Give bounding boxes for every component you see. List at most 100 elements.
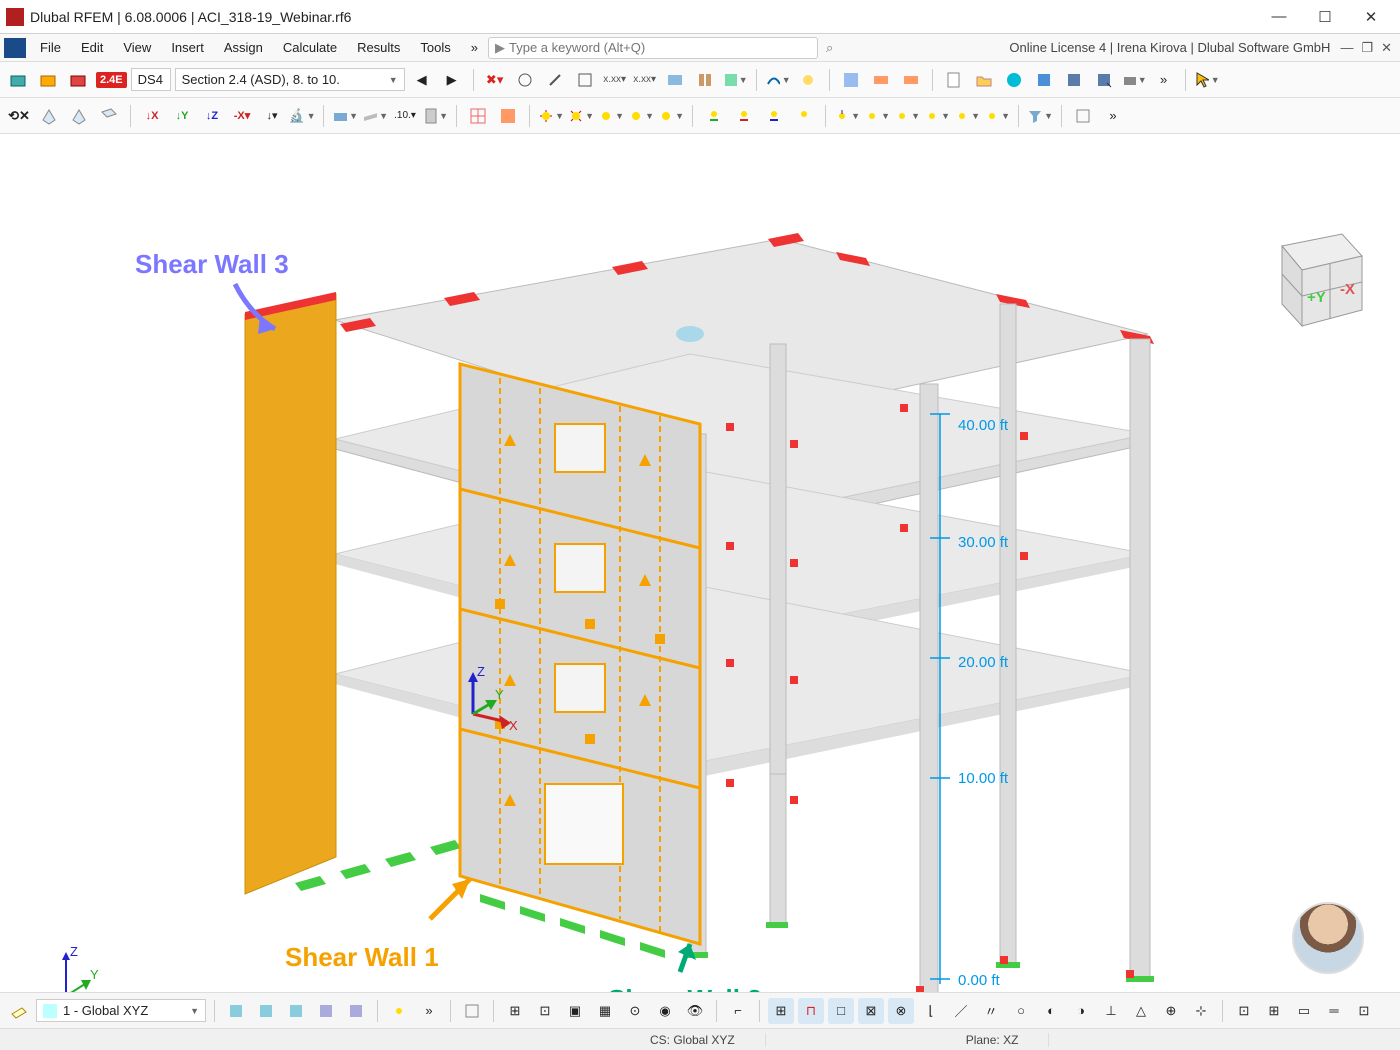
tb1-overflow-icon[interactable]: » [1151,67,1177,93]
tb1-tool-6[interactable] [662,67,688,93]
mdi-restore-button[interactable]: ❐ [1361,40,1373,56]
tb2-load-6[interactable]: ▼ [984,103,1010,129]
mdi-close-button[interactable]: ✕ [1381,40,1392,56]
tb1-save-icon[interactable] [1061,67,1087,93]
ds-combo[interactable]: DS4 [131,68,171,91]
tb1-icon-3[interactable] [66,67,92,93]
bb-osnap-7[interactable]: 👁 [682,998,708,1024]
tb1-tool-13[interactable] [898,67,924,93]
bb-os-14[interactable]: ⊕ [1158,998,1184,1024]
tb1-delete-icon[interactable]: ✖▾ [482,67,508,93]
tb2-axis-neg-x[interactable]: -X▾ [229,103,255,129]
tb2-load-4[interactable]: ▼ [924,103,950,129]
tb2-node-5[interactable]: ▼ [658,103,684,129]
workplane-combo[interactable]: 1 - Global XYZ▼ [36,999,206,1022]
tb2-mesh-1[interactable] [465,103,491,129]
tb2-axis-x[interactable]: ↓X [139,103,165,129]
bb-osnap-1[interactable]: ⊞ [502,998,528,1024]
tb2-support-1[interactable] [701,103,727,129]
bb-snap-2[interactable] [253,998,279,1024]
tb2-load-2[interactable]: ▼ [864,103,890,129]
bb-os-11[interactable]: ◑ [1068,998,1094,1024]
menu-insert[interactable]: Insert [161,36,214,59]
tb2-node-2[interactable]: ▼ [568,103,594,129]
tb1-icon-2[interactable] [36,67,62,93]
tb2-support-2[interactable] [731,103,757,129]
bb-guide-4[interactable]: ═ [1321,998,1347,1024]
section-combo[interactable]: Section 2.4 (ASD), 8. to 10.▼ [175,68,405,91]
menu-assign[interactable]: Assign [214,36,273,59]
bb-osnap-5[interactable]: ⊙ [622,998,648,1024]
maximize-button[interactable]: ☐ [1302,2,1348,32]
tb2-axis-combo[interactable]: ↓▾ [259,103,285,129]
bb-os-1[interactable]: ⊞ [768,998,794,1024]
menu-overflow-icon[interactable]: » [461,36,488,59]
search-input[interactable] [509,40,811,55]
tb1-tool-11[interactable] [838,67,864,93]
menu-calculate[interactable]: Calculate [273,36,347,59]
next-icon[interactable]: ▶ [439,67,465,93]
tb2-axis-z[interactable]: ↓Z [199,103,225,129]
tb1-tool-12[interactable] [868,67,894,93]
tb1-block-icon[interactable] [1031,67,1057,93]
tb2-overflow-icon[interactable]: » [1100,103,1126,129]
minimize-button[interactable]: — [1256,2,1302,32]
bb-os-9[interactable]: ○ [1008,998,1034,1024]
tb2-render-3[interactable]: .10.▾ [392,103,418,129]
tb2-load-1[interactable]: ▼ [834,103,860,129]
bb-os-13[interactable]: △ [1128,998,1154,1024]
bb-grid-icon[interactable] [459,998,485,1024]
tb2-support-4[interactable] [791,103,817,129]
tb2-view-3[interactable] [96,103,122,129]
tb2-load-5[interactable]: ▼ [954,103,980,129]
app-menu-icon[interactable] [4,38,26,58]
bb-os-2[interactable]: ⊓ [798,998,824,1024]
prev-icon[interactable]: ◀ [409,67,435,93]
mdi-minimize-button[interactable]: — [1340,40,1353,56]
tb2-zoom-icon[interactable]: ⟲✕ [6,103,32,129]
menu-file[interactable]: File [30,36,71,59]
tb2-axis-y[interactable]: ↓Y [169,103,195,129]
tb2-view-1[interactable] [36,103,62,129]
search-box[interactable]: ▶ [488,37,818,59]
bb-workplane-icon[interactable] [6,998,32,1024]
close-button[interactable]: ✕ [1348,2,1394,32]
tb1-new-icon[interactable] [941,67,967,93]
bb-guide-3[interactable]: ▭ [1291,998,1317,1024]
bb-guide-5[interactable]: ⊡ [1351,998,1377,1024]
bb-os-4[interactable]: ⊠ [858,998,884,1024]
tb1-cloud-icon[interactable] [1001,67,1027,93]
bb-osnap-6[interactable]: ◉ [652,998,678,1024]
tb1-saveas-icon[interactable] [1091,67,1117,93]
bb-guide-1[interactable]: ⊡ [1231,998,1257,1024]
bb-os-7[interactable]: ／ [948,998,974,1024]
bb-snap-6[interactable] [386,998,412,1024]
tb2-load-3[interactable]: ▼ [894,103,920,129]
bb-os-15[interactable]: ⊹ [1188,998,1214,1024]
menu-view[interactable]: View [113,36,161,59]
navigation-cube[interactable]: +Y -X [1252,216,1372,336]
tb2-node-1[interactable]: ▼ [538,103,564,129]
menu-edit[interactable]: Edit [71,36,113,59]
search-submit-icon[interactable]: ⌕ [826,40,833,56]
bb-os-12[interactable]: ⊥ [1098,998,1124,1024]
tb1-tool-1[interactable] [512,67,538,93]
bb-osnap-4[interactable]: ▦ [592,998,618,1024]
bb-os-3[interactable]: □ [828,998,854,1024]
bb-os-6[interactable]: ⌊ [918,998,944,1024]
bb-guide-2[interactable]: ⊞ [1261,998,1287,1024]
tb2-microscope-icon[interactable]: 🔬▼ [289,103,315,129]
tb2-grid-icon[interactable] [1070,103,1096,129]
tb2-node-3[interactable]: ▼ [598,103,624,129]
tb1-tool-2[interactable] [542,67,568,93]
menu-results[interactable]: Results [347,36,410,59]
menu-tools[interactable]: Tools [410,36,460,59]
tb2-view-2[interactable] [66,103,92,129]
tb1-open-icon[interactable] [971,67,997,93]
load-case-badge[interactable]: 2.4E [96,72,127,88]
bb-os-10[interactable]: ◐ [1038,998,1064,1024]
tb1-tool-9[interactable]: ▼ [765,67,791,93]
bb-osnap-3[interactable]: ▣ [562,998,588,1024]
tb1-tool-5[interactable]: x.xx▾ [632,67,658,93]
tb2-mesh-2[interactable] [495,103,521,129]
